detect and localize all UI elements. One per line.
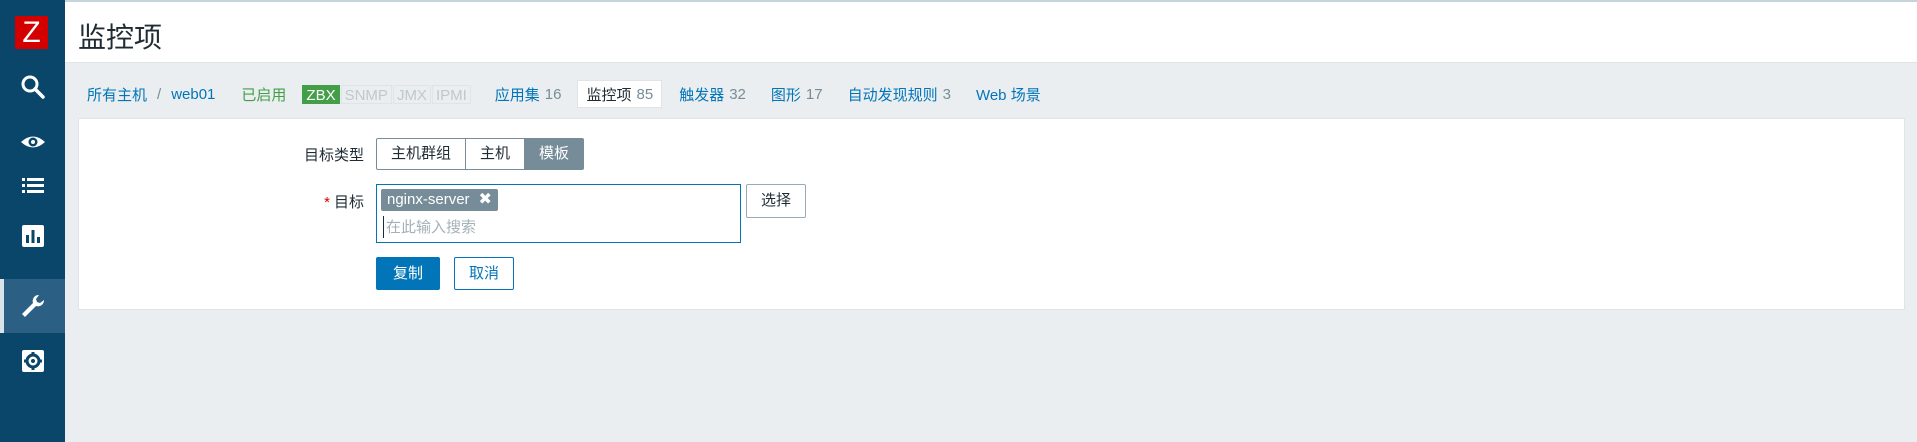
availability-zbx: ZBX (302, 84, 340, 104)
tab-triggers-label[interactable]: 触发器 (679, 84, 724, 105)
search-icon[interactable] (0, 60, 65, 114)
target-type-label: 目标类型 (279, 144, 364, 165)
tab-triggers[interactable]: 触发器 32 (679, 80, 746, 108)
sidebar: Z (0, 0, 65, 442)
breadcrumb-separator: / (157, 85, 162, 103)
tab-triggers-count: 32 (729, 85, 746, 103)
target-type-host[interactable]: 主机 (465, 138, 526, 170)
target-label-text: 目标 (333, 194, 364, 211)
chip-remove-icon[interactable]: ✖ (479, 189, 492, 211)
tab-discovery-rules-count: 3 (942, 85, 951, 103)
host-status-enabled[interactable]: 已启用 (241, 84, 286, 105)
tab-graphs-label[interactable]: 图形 (771, 84, 801, 105)
target-type-label-text: 目标类型 (303, 147, 364, 164)
tab-items-count: 85 (636, 85, 654, 103)
page-header: 监控项 (65, 0, 1917, 63)
target-multiselect[interactable]: nginx-server ✖ (376, 184, 741, 243)
tab-web-scenarios[interactable]: Web 场景 (976, 80, 1041, 108)
cancel-button[interactable]: 取消 (454, 257, 515, 290)
target-type-host-group[interactable]: 主机群组 (376, 138, 467, 170)
breadcrumb-all-hosts[interactable]: 所有主机 (87, 84, 147, 105)
tab-discovery-rules[interactable]: 自动发现规则 3 (848, 80, 951, 108)
list-icon[interactable] (0, 159, 65, 213)
tab-web-scenarios-label[interactable]: Web 场景 (976, 84, 1041, 105)
availability-snmp: SNMP (340, 84, 392, 104)
copy-form-panel: 目标类型 主机群组 主机 模板 *目标 nginx-server ✖ 选择 复制… (78, 118, 1905, 310)
tab-graphs[interactable]: 图形 17 (771, 80, 823, 108)
required-marker: * (324, 194, 330, 211)
target-label: * 目标 (279, 191, 364, 212)
availability-jmx: JMX (392, 84, 431, 104)
tab-discovery-rules-label[interactable]: 自动发现规则 (848, 84, 938, 105)
select-button[interactable]: 选择 (746, 184, 807, 218)
tab-applications-count: 16 (544, 85, 562, 103)
tab-graphs-count: 17 (805, 85, 823, 103)
target-search-input[interactable] (383, 216, 723, 238)
copy-button[interactable]: 复制 (376, 257, 441, 290)
tab-applications[interactable]: 应用集 16 (495, 80, 562, 108)
target-type-radio-group: 主机群组 主机 模板 (376, 138, 585, 170)
tab-items[interactable]: 监控项 85 (577, 80, 663, 108)
wrench-icon[interactable] (0, 279, 65, 333)
target-type-template[interactable]: 模板 (524, 138, 585, 170)
availability-badges: ZBX SNMP JMX IPMI (302, 84, 471, 104)
selected-template-chip: nginx-server ✖ (381, 189, 498, 211)
chart-icon[interactable] (0, 209, 65, 263)
zabbix-logo[interactable]: Z (15, 16, 48, 49)
tab-items-label: 监控项 (586, 86, 632, 104)
chip-label: nginx-server (387, 191, 470, 208)
gear-icon[interactable] (0, 334, 65, 388)
breadcrumb-host[interactable]: web01 (171, 86, 215, 103)
availability-ipmi: IPMI (431, 84, 471, 104)
tab-applications-label[interactable]: 应用集 (495, 84, 540, 105)
host-navigation: 所有主机 / web01 已启用 ZBX SNMP JMX IPMI 应用集 1… (87, 80, 1041, 108)
page-title: 监控项 (78, 22, 163, 53)
